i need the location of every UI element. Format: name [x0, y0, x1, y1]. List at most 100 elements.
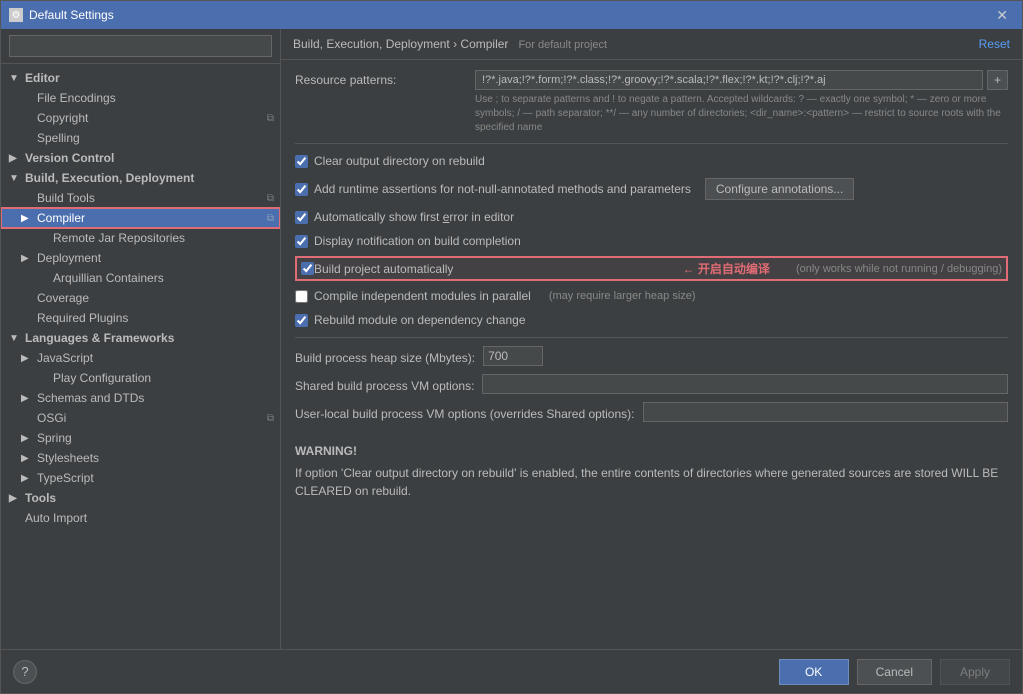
add-runtime-checkbox[interactable]	[295, 183, 308, 196]
checkbox-clear-output: Clear output directory on rebuild	[295, 152, 1008, 170]
build-auto-label: Build project automatically	[314, 262, 453, 276]
title-bar: ⚙ Default Settings ✕	[1, 1, 1022, 29]
expand-arrow-typescript	[21, 473, 33, 484]
expand-arrow-editor	[9, 73, 21, 84]
sidebar-item-schemas[interactable]: Schemas and DTDs	[1, 388, 280, 408]
copy-icon: ⧉	[267, 113, 274, 124]
shared-vm-input[interactable]	[482, 374, 1008, 394]
reset-link[interactable]: Reset	[979, 37, 1010, 51]
warning-title: WARNING!	[295, 442, 1008, 460]
sidebar-item-play-config[interactable]: Play Configuration	[1, 368, 280, 388]
sidebar-item-osgi[interactable]: OSGi ⧉	[1, 408, 280, 428]
rebuild-module-checkbox[interactable]	[295, 314, 308, 327]
rebuild-module-label: Rebuild module on dependency change	[314, 313, 526, 327]
build-auto-checkbox[interactable]	[301, 262, 314, 275]
breadcrumb: Build, Execution, Deployment › Compiler …	[293, 37, 607, 51]
sidebar-item-label: Editor	[25, 71, 60, 85]
compile-parallel-label: Compile independent modules in parallel	[314, 289, 531, 303]
sidebar-item-stylesheets[interactable]: Stylesheets	[1, 448, 280, 468]
apply-button[interactable]: Apply	[940, 659, 1010, 685]
sidebar-item-remote-jar[interactable]: Remote Jar Repositories	[1, 228, 280, 248]
sidebar-item-label: Copyright	[37, 111, 88, 125]
sidebar-item-file-encodings[interactable]: File Encodings	[1, 88, 280, 108]
heap-input[interactable]	[483, 346, 543, 366]
search-bar	[1, 29, 280, 64]
sidebar-item-build-tools[interactable]: Build Tools ⧉	[1, 188, 280, 208]
sidebar-item-copyright[interactable]: Copyright ⧉	[1, 108, 280, 128]
clear-output-checkbox[interactable]	[295, 155, 308, 168]
sidebar-item-editor[interactable]: Editor	[1, 68, 280, 88]
auto-show-error-checkbox[interactable]	[295, 211, 308, 224]
sidebar-item-label: Coverage	[37, 291, 89, 305]
sidebar-item-label: OSGi	[37, 411, 66, 425]
window-icon: ⚙	[9, 8, 23, 22]
checkbox-build-auto: Build project automatically ← 开启自动编译 (on…	[295, 256, 1008, 281]
checkbox-add-runtime: Add runtime assertions for not-null-anno…	[295, 176, 1008, 202]
heap-label: Build process heap size (Mbytes):	[295, 348, 475, 365]
search-input[interactable]	[9, 35, 272, 57]
sidebar-item-javascript[interactable]: JavaScript	[1, 348, 280, 368]
compile-parallel-checkbox[interactable]	[295, 290, 308, 303]
user-vm-label: User-local build process VM options (ove…	[295, 404, 635, 421]
subtitle-text: For default project	[518, 39, 607, 51]
sidebar-item-arquillian[interactable]: Arquillian Containers	[1, 268, 280, 288]
sidebar-item-compiler[interactable]: Compiler ⧉	[1, 208, 280, 228]
sidebar-item-label: Languages & Frameworks	[25, 331, 174, 345]
user-vm-row: User-local build process VM options (ove…	[295, 402, 1008, 422]
checkbox-auto-show-error: Automatically show first error in editor	[295, 208, 1008, 226]
configure-annotations-button[interactable]: Configure annotations...	[705, 178, 854, 200]
sidebar-item-coverage[interactable]: Coverage	[1, 288, 280, 308]
sidebar-item-label: Spring	[37, 431, 72, 445]
add-runtime-label: Add runtime assertions for not-null-anno…	[314, 182, 691, 196]
expand-arrow-deployment	[21, 253, 33, 264]
resource-patterns-input[interactable]	[475, 70, 983, 90]
sidebar-item-version-control[interactable]: Version Control	[1, 148, 280, 168]
clear-output-label: Clear output directory on rebuild	[314, 154, 485, 168]
expand-arrow-js	[21, 353, 33, 364]
expand-arrow-stylesheets	[21, 453, 33, 464]
sidebar-item-label: Deployment	[37, 251, 101, 265]
sidebar-item-tools[interactable]: Tools	[1, 488, 280, 508]
breadcrumb-text: Build, Execution, Deployment › Compiler	[293, 37, 508, 51]
sidebar-item-deployment[interactable]: Deployment	[1, 248, 280, 268]
expand-arrow-schemas	[21, 393, 33, 404]
help-button[interactable]: ?	[13, 660, 37, 684]
build-auto-note: (only works while not running / debuggin…	[796, 263, 1002, 275]
ok-button[interactable]: OK	[779, 659, 849, 685]
sidebar-item-label: Arquillian Containers	[53, 271, 164, 285]
expand-arrow-compiler	[21, 213, 33, 224]
add-resource-button[interactable]: +	[987, 70, 1008, 90]
copy-icon: ⧉	[267, 193, 274, 204]
bottom-bar: ? OK Cancel Apply	[1, 649, 1022, 693]
user-vm-input[interactable]	[643, 402, 1009, 422]
sidebar-item-languages[interactable]: Languages & Frameworks	[1, 328, 280, 348]
expand-arrow-build	[9, 173, 21, 184]
expand-arrow-vc	[9, 153, 21, 164]
sidebar-item-label: Compiler	[37, 211, 85, 225]
display-notification-checkbox[interactable]	[295, 235, 308, 248]
warning-text: If option 'Clear output directory on reb…	[295, 466, 998, 498]
expand-arrow-spring	[21, 433, 33, 444]
title-bar-left: ⚙ Default Settings	[9, 8, 114, 22]
panel-content: Resource patterns: + Use ; to separate p…	[281, 60, 1022, 649]
close-button[interactable]: ✕	[990, 5, 1014, 26]
sidebar-item-spring[interactable]: Spring	[1, 428, 280, 448]
auto-show-error-label: Automatically show first error in editor	[314, 210, 514, 224]
sidebar-item-required-plugins[interactable]: Required Plugins	[1, 308, 280, 328]
compile-parallel-note: (may require larger heap size)	[549, 290, 696, 302]
sidebar-item-build-execution[interactable]: Build, Execution, Deployment	[1, 168, 280, 188]
sidebar: Editor File Encodings Copyright ⧉ Spelli…	[1, 29, 281, 649]
sidebar-item-label: Play Configuration	[53, 371, 151, 385]
window-title: Default Settings	[29, 8, 114, 22]
checkbox-rebuild-module: Rebuild module on dependency change	[295, 311, 1008, 329]
sidebar-item-label: Build, Execution, Deployment	[25, 171, 194, 185]
sidebar-item-typescript[interactable]: TypeScript	[1, 468, 280, 488]
sidebar-item-auto-import[interactable]: Auto Import	[1, 508, 280, 528]
sidebar-item-spelling[interactable]: Spelling	[1, 128, 280, 148]
resource-input-row: +	[475, 70, 1008, 90]
display-notification-label: Display notification on build completion	[314, 234, 521, 248]
sidebar-item-label: Stylesheets	[37, 451, 99, 465]
main-panel: Build, Execution, Deployment › Compiler …	[281, 29, 1022, 649]
cancel-button[interactable]: Cancel	[857, 659, 932, 685]
sidebar-item-label: Schemas and DTDs	[37, 391, 144, 405]
